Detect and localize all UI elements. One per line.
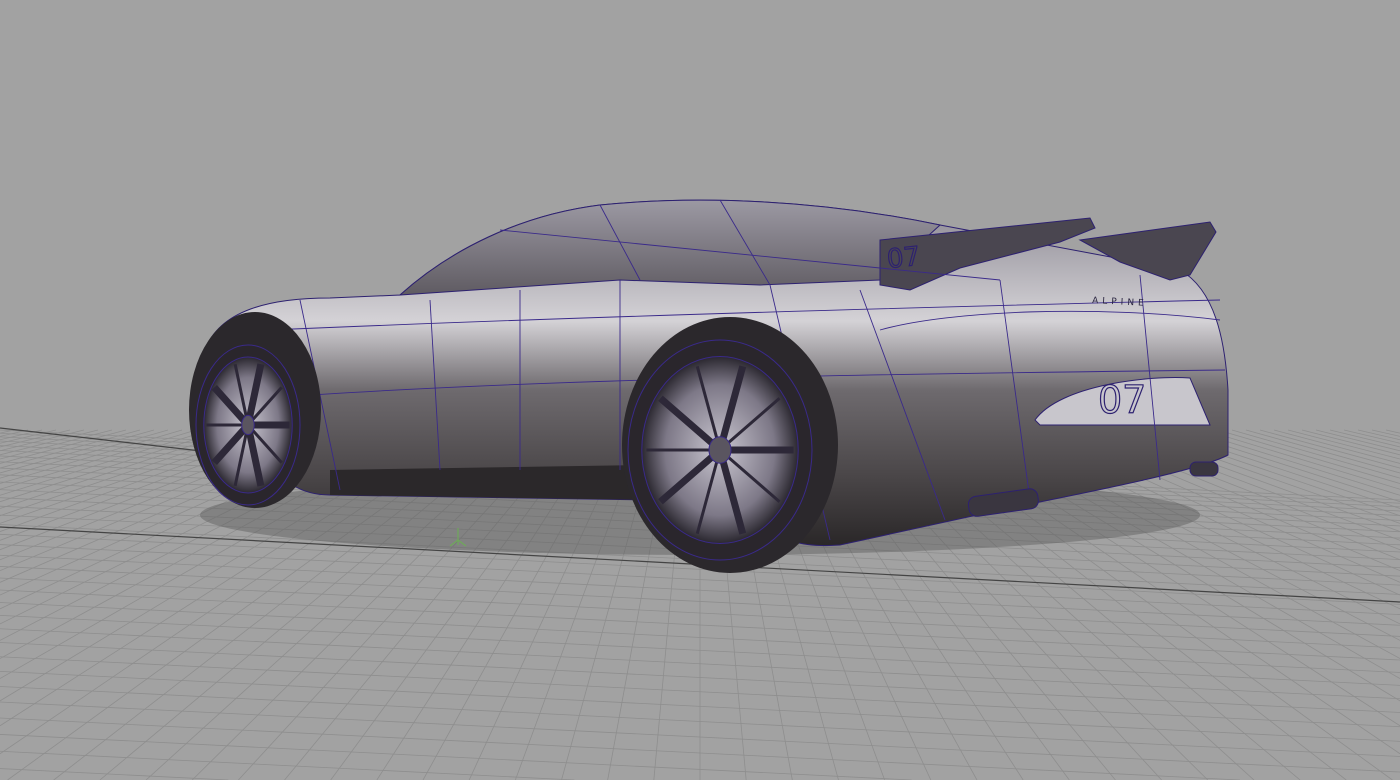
grid-line — [1371, 429, 1400, 437]
rear-number: 07 — [1098, 378, 1146, 422]
hub — [708, 436, 732, 464]
grid-line — [1203, 429, 1400, 490]
rear-wheel — [627, 339, 813, 561]
grid-line — [1385, 429, 1400, 434]
grid-line — [0, 717, 1241, 780]
grid-line — [1287, 429, 1400, 460]
grid-line — [1343, 429, 1400, 444]
grid-line — [0, 429, 57, 444]
hub — [241, 414, 255, 436]
grid-line — [1259, 429, 1400, 469]
front-wheel — [195, 344, 301, 506]
car-roof — [398, 199, 942, 296]
grid-line — [0, 734, 912, 780]
grid-line — [0, 750, 575, 780]
grid-line — [1301, 429, 1400, 456]
exhaust-right — [1189, 461, 1219, 477]
grid-line — [1329, 429, 1400, 448]
side-sill — [330, 465, 650, 500]
viewport-canvas[interactable]: ALPINE 07 07 — [0, 0, 1400, 780]
wing-number: 07 — [886, 242, 922, 275]
grid-line — [1245, 429, 1400, 474]
3d-viewport[interactable]: ALPINE 07 07 — [0, 0, 1400, 780]
